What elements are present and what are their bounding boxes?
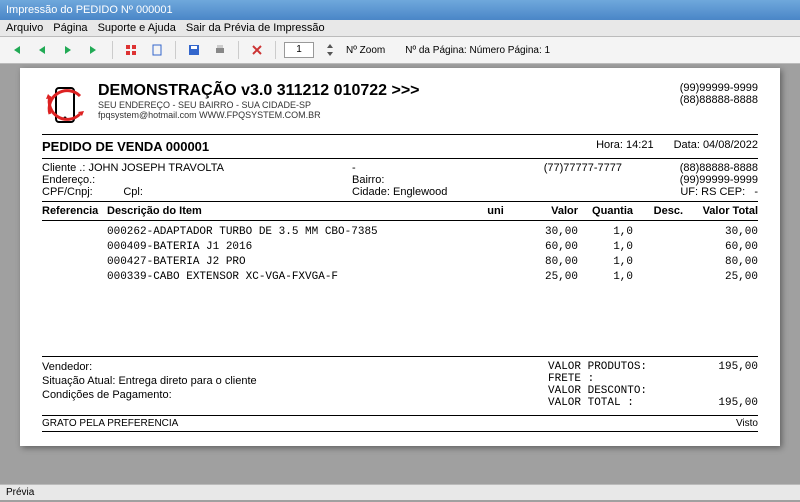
nav-next-icon[interactable] [58,40,78,60]
company-phone-2: (88)88888-8888 [680,94,758,106]
nav-prev-icon[interactable] [32,40,52,60]
client-dash: - [352,162,492,174]
company-title: DEMONSTRAÇÃO v3.0 311212 010722 >>> [98,82,670,100]
situacao-label: Situação Atual: [42,375,115,387]
time-value: 14:21 [626,139,654,151]
zoom-stepper-icon[interactable] [320,40,340,60]
client-name: JOHN JOSEPH TRAVOLTA [88,162,224,174]
company-address: SEU ENDEREÇO - SEU BAIRRO - SUA CIDADE-S… [98,100,670,110]
company-contact: fpqsystem@hotmail.com WWW.FPQSYSTEM.COM.… [98,110,670,120]
bairro-label: Bairro: [352,174,492,186]
zoom-input[interactable]: 1 [284,42,314,58]
total-desconto-value [688,385,758,397]
time-label: Hora: [596,139,623,151]
cpl-label: Cpl: [123,186,143,198]
print-icon[interactable] [210,40,230,60]
total-geral-value: 195,00 [688,397,758,409]
condicoes-label: Condições de Pagamento: [42,389,257,401]
cidade-label: Cidade: [352,186,390,198]
toolbar: 1 Nº Zoom Nº da Página: Número Página: 1 [0,37,800,64]
items-header: Referencia Descrição do Item uni Valor Q… [42,202,758,221]
date-value: 04/08/2022 [703,139,758,151]
cpf-label: CPF/Cnpj: [42,186,93,198]
visto-label: Visto [736,418,758,429]
total-frete-label: FRETE : [548,373,688,385]
menu-sair[interactable]: Sair da Prévia de Impressão [186,22,325,34]
col-descricao: Descrição do Item [107,205,473,217]
menu-arquivo[interactable]: Arquivo [6,22,43,34]
cep-value: - [754,186,758,198]
total-produtos-label: VALOR PRODUTOS: [548,361,688,373]
menu-bar: Arquivo Página Suporte e Ajuda Sair da P… [0,20,800,37]
col-quantia: Quantia [578,205,633,217]
client-label: Cliente .: [42,162,85,174]
uf-label: UF: [680,186,698,198]
item-row: 000427-BATERIA J2 PRO80,001,080,00 [42,255,758,270]
zoom-label: Nº Zoom [346,45,385,56]
client-phone-alt1: (88)88888-8888 [622,162,758,174]
window-titlebar: Impressão do PEDIDO Nº 000001 [0,0,800,20]
totals-block: VALOR PRODUTOS:195,00 FRETE : VALOR DESC… [548,361,758,409]
document-page: DEMONSTRAÇÃO v3.0 311212 010722 >>> SEU … [20,68,780,446]
total-geral-label: VALOR TOTAL : [548,397,688,409]
client-phone-1: (77)77777-7777 [492,162,622,174]
nav-last-icon[interactable] [84,40,104,60]
close-icon[interactable] [247,40,267,60]
cep-label: CEP: [719,186,745,198]
col-valor: Valor [518,205,578,217]
total-desconto-label: VALOR DESCONTO: [548,385,688,397]
thanks-text: GRATO PELA PREFERENCIA [42,418,178,429]
uf-value: RS [701,186,716,198]
page-icon[interactable] [147,40,167,60]
col-total: Valor Total [683,205,758,217]
col-referencia: Referencia [42,205,107,217]
address-label: Endereço.: [42,174,352,186]
client-block: Cliente .: JOHN JOSEPH TRAVOLTA - (77)77… [42,159,758,202]
grid-icon[interactable] [121,40,141,60]
client-phone-alt2: (99)99999-9999 [622,174,758,186]
date-label: Data: [674,139,700,151]
col-uni: uni [473,205,518,217]
nav-first-icon[interactable] [6,40,26,60]
situacao-value: Entrega direto para o cliente [118,375,256,387]
items-list: 000262-ADAPTADOR TURBO DE 3.5 MM CBO-738… [42,221,758,286]
company-logo [42,82,88,128]
order-title: PEDIDO DE VENDA 000001 [42,139,209,154]
col-desc: Desc. [633,205,683,217]
menu-suporte[interactable]: Suporte e Ajuda [98,22,176,34]
total-frete-value [688,373,758,385]
menu-pagina[interactable]: Página [53,22,87,34]
status-bar: Prévia [0,484,800,500]
page-number-label: Nº da Página: Número Página: 1 [405,45,550,56]
vendedor-label: Vendedor: [42,361,257,373]
cidade-value: Englewood [393,186,447,198]
item-row: 000409-BATERIA J1 201660,001,060,00 [42,240,758,255]
preview-workspace[interactable]: DEMONSTRAÇÃO v3.0 311212 010722 >>> SEU … [0,64,800,502]
item-row: 000262-ADAPTADOR TURBO DE 3.5 MM CBO-738… [42,225,758,240]
company-phone-1: (99)99999-9999 [680,82,758,94]
item-row: 000339-CABO EXTENSOR XC-VGA-FXVGA-F25,00… [42,270,758,285]
save-icon[interactable] [184,40,204,60]
total-produtos-value: 195,00 [688,361,758,373]
